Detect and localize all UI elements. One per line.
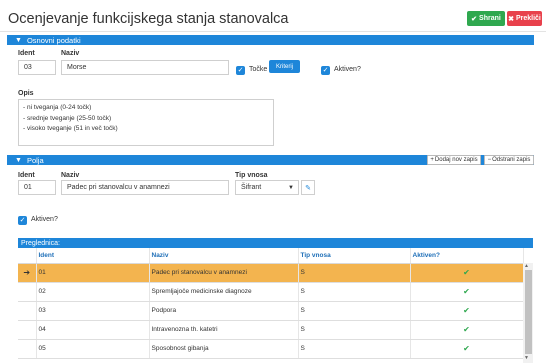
plus-icon: +	[430, 157, 434, 163]
tocke-label: Točke	[249, 66, 268, 73]
tocke-checkbox[interactable]: ✓	[236, 66, 245, 75]
opis-label: Opis	[18, 90, 34, 97]
scroll-up-icon[interactable]: ▲	[524, 263, 529, 269]
check-icon: ✔	[463, 325, 470, 334]
cell-tip: S	[298, 301, 411, 321]
pencil-icon: ✎	[305, 184, 311, 192]
dropdown-arrow-icon: ▼	[288, 184, 294, 191]
check-icon: ✔	[463, 268, 470, 277]
opis-line: - srednje tveganje (25-50 točk)	[23, 114, 112, 122]
cell-tip: S	[298, 282, 411, 302]
check-icon: ✓	[237, 67, 244, 74]
remove-record-label: Odstrani zapis	[492, 157, 531, 163]
section-osnovni-title: Osnovni podatki	[26, 35, 81, 45]
naziv-label: Naziv	[61, 50, 80, 57]
ident-label: Ident	[18, 50, 35, 57]
polja-aktiven-label: Aktiven?	[31, 216, 58, 223]
polja-ident-field[interactable]: 01	[18, 180, 56, 195]
cell-aktiven: ✔	[410, 282, 524, 302]
cell-aktiven: ✔	[410, 320, 524, 340]
row-selector-cell[interactable]	[18, 301, 37, 321]
add-record-button[interactable]: + Dodaj nov zapis	[427, 155, 481, 165]
table-row[interactable]: 04 Intravenozna th. katetri S ✔	[18, 320, 524, 340]
col-header-tip[interactable]: Tip vnosa	[298, 248, 411, 264]
grid-scrollbar-thumb[interactable]	[524, 270, 532, 354]
grid: Preglednica: Ident Naziv Tip vnosa Aktiv…	[18, 238, 533, 363]
check-icon: ✓	[19, 217, 26, 224]
chevron-down-icon: ▼	[15, 156, 22, 164]
aktiven-label: Aktiven?	[334, 66, 361, 73]
row-selector-cell[interactable]	[18, 339, 37, 359]
cell-naziv: Podpora	[149, 301, 299, 321]
save-button[interactable]: ✔ Shrani	[467, 11, 505, 26]
scroll-down-icon[interactable]: ▼	[524, 355, 529, 361]
col-header-selector	[18, 248, 37, 264]
ident-field[interactable]: 03	[18, 60, 56, 75]
col-header-ident[interactable]: Ident	[36, 248, 150, 264]
save-button-label: Shrani	[479, 15, 501, 22]
chevron-down-icon: ▼	[15, 36, 22, 44]
edit-pencil-button[interactable]: ✎	[301, 180, 315, 195]
cell-tip: S	[298, 263, 411, 283]
opis-textarea[interactable]: - ni tveganja (0-24 točk) - srednje tveg…	[18, 99, 274, 146]
polja-naziv-field[interactable]: Padec pri stanovalcu v anamnezi	[61, 180, 229, 195]
col-header-aktiven[interactable]: Aktiven?	[410, 248, 524, 264]
cell-ident: 01	[36, 263, 150, 283]
section-polja-title: Polja	[26, 155, 44, 165]
add-record-label: Dodaj nov zapis	[434, 157, 478, 163]
cancel-button[interactable]: ✖ Prekliči	[507, 11, 542, 26]
cell-naziv: Sposobnost gibanja	[149, 339, 299, 359]
cell-aktiven: ✔	[410, 339, 524, 359]
cell-ident: 05	[36, 339, 150, 359]
row-selector-cell[interactable]	[18, 320, 37, 340]
cell-aktiven: ✔	[410, 301, 524, 321]
opis-line: - ni tveganja (0-24 točk)	[23, 104, 92, 111]
cell-ident: 03	[36, 301, 150, 321]
grid-table: Ident Naziv Tip vnosa Aktiven? ➔ 01 Padec …	[18, 248, 524, 359]
page-title: Ocenjevanje funkcijskega stanja stanoval…	[8, 11, 289, 27]
cell-aktiven: ✔	[410, 263, 524, 283]
tip-vnosa-select[interactable]: Šifrant ▼	[235, 180, 299, 195]
grid-header-row: Ident Naziv Tip vnosa Aktiven?	[18, 248, 524, 264]
cell-naziv: Intravenozna th. katetri	[149, 320, 299, 340]
cell-ident: 02	[36, 282, 150, 302]
grid-caption: Preglednica:	[18, 238, 533, 248]
polja-ident-label: Ident	[18, 172, 35, 179]
check-icon: ✔	[463, 287, 470, 296]
cell-naziv: Spremljajoče medicinske diagnoze	[149, 282, 299, 302]
header-divider	[0, 31, 546, 32]
minus-icon: −	[487, 157, 492, 163]
table-row[interactable]: 03 Podpora S ✔	[18, 301, 524, 321]
polja-aktiven-checkbox[interactable]: ✓	[18, 216, 27, 225]
opis-line: - visoko tveganje (51 in več točk)	[23, 125, 118, 132]
table-row[interactable]: 05 Sposobnost gibanja S ✔	[18, 339, 524, 359]
table-row[interactable]: 02 Spremljajoče medicinske diagnoze S ✔	[18, 282, 524, 302]
section-osnovni-header[interactable]: ▼ Osnovni podatki	[7, 35, 534, 45]
arrow-right-icon: ➔	[23, 268, 31, 277]
close-icon: ✖	[508, 15, 514, 23]
cell-naziv: Padec pri stanovalcu v anamnezi	[149, 263, 299, 283]
tip-vnosa-label: Tip vnosa	[235, 172, 268, 179]
check-icon: ✔	[463, 344, 470, 353]
aktiven-checkbox[interactable]: ✓	[321, 66, 330, 75]
row-selector-cell[interactable]	[18, 282, 37, 302]
table-row[interactable]: ➔ 01 Padec pri stanovalcu v anamnezi S ✔	[18, 263, 524, 283]
col-header-naziv[interactable]: Naziv	[149, 248, 299, 264]
remove-record-button[interactable]: − Odstrani zapis	[484, 155, 534, 165]
cancel-button-label: Prekliči	[515, 15, 541, 22]
tip-vnosa-value: Šifrant	[241, 184, 262, 191]
kriterij-button[interactable]: Kriterij	[269, 60, 300, 73]
naziv-field[interactable]: Morse	[61, 60, 229, 75]
row-selector-cell[interactable]: ➔	[18, 263, 37, 283]
cell-tip: S	[298, 339, 411, 359]
check-icon: ✔	[463, 306, 470, 315]
polja-naziv-label: Naziv	[61, 172, 80, 179]
cell-tip: S	[298, 320, 411, 340]
cell-ident: 04	[36, 320, 150, 340]
check-icon: ✔	[471, 15, 478, 23]
check-icon: ✓	[322, 67, 329, 74]
